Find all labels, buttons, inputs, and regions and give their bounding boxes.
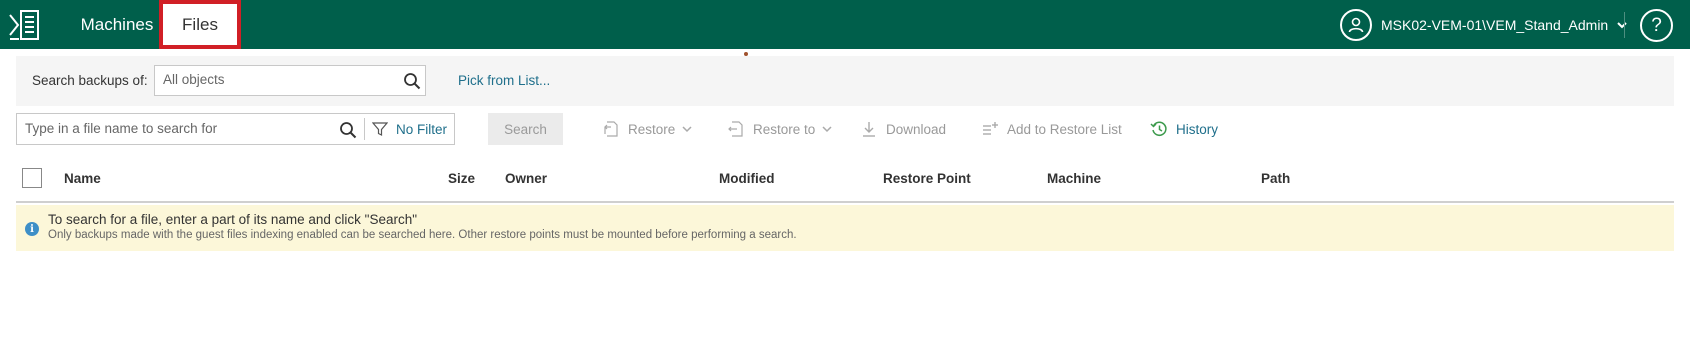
- info-banner: i To search for a file, enter a part of …: [16, 205, 1674, 251]
- column-header-restore-point[interactable]: Restore Point: [883, 171, 971, 186]
- restore-to-icon: [728, 121, 743, 137]
- search-icon[interactable]: [339, 121, 357, 139]
- search-backups-panel: Search backups of: Pick from List...: [16, 56, 1674, 106]
- download-button[interactable]: Download: [860, 113, 946, 145]
- download-icon: [863, 122, 875, 137]
- column-header-name[interactable]: Name: [64, 171, 101, 186]
- chevron-down-icon: [1617, 22, 1627, 29]
- info-subtitle: Only backups made with the guest files i…: [48, 229, 797, 241]
- restore-to-button[interactable]: Restore to: [727, 113, 832, 145]
- info-icon: i: [25, 222, 39, 236]
- user-menu[interactable]: MSK02-VEM-01\VEM_Stand_Admin: [1340, 8, 1628, 42]
- file-search-field[interactable]: No Filter: [16, 113, 455, 145]
- search-button[interactable]: Search: [488, 113, 563, 145]
- history-icon: [1150, 121, 1167, 136]
- pick-from-list-link[interactable]: Pick from List...: [458, 73, 550, 88]
- search-backups-field[interactable]: [154, 65, 426, 96]
- filter-button[interactable]: No Filter: [372, 114, 447, 144]
- restore-button[interactable]: Restore: [602, 113, 692, 145]
- history-button[interactable]: History: [1150, 113, 1218, 145]
- add-to-list-icon: [983, 122, 998, 135]
- restore-to-label: Restore to: [753, 121, 816, 137]
- column-header-machine[interactable]: Machine: [1047, 171, 1101, 186]
- tab-files[interactable]: Files: [159, 0, 241, 49]
- column-header-path[interactable]: Path: [1261, 171, 1290, 186]
- table-header: Name Size Owner Modified Restore Point M…: [16, 157, 1674, 203]
- column-header-modified[interactable]: Modified: [719, 171, 775, 186]
- history-label: History: [1176, 121, 1219, 137]
- restore-label: Restore: [628, 121, 676, 137]
- search-icon[interactable]: [403, 72, 421, 90]
- search-backups-label: Search backups of:: [32, 73, 148, 88]
- user-avatar-icon: [1340, 9, 1372, 41]
- chevron-down-icon: [822, 126, 832, 133]
- add-to-restore-list-button[interactable]: Add to Restore List: [981, 113, 1122, 145]
- download-label: Download: [886, 121, 947, 137]
- column-header-size[interactable]: Size: [448, 171, 475, 186]
- chevron-down-icon: [682, 126, 692, 133]
- search-backups-input[interactable]: [163, 72, 393, 87]
- column-header-owner[interactable]: Owner: [505, 171, 547, 186]
- divider: [1624, 12, 1625, 38]
- filter-label: No Filter: [396, 121, 448, 137]
- select-all-checkbox[interactable]: [22, 168, 42, 188]
- restore-icon: [604, 121, 618, 137]
- user-name: MSK02-VEM-01\VEM_Stand_Admin: [1381, 17, 1609, 33]
- divider: [364, 118, 365, 140]
- add-to-restore-list-label: Add to Restore List: [1007, 121, 1122, 137]
- info-title: To search for a file, enter a part of it…: [48, 212, 418, 227]
- file-search-input[interactable]: [25, 121, 325, 136]
- top-navigation-bar: Machines Files MSK02-VEM-01\VEM_Stand_Ad…: [0, 0, 1690, 49]
- filter-icon: [372, 122, 388, 136]
- veeam-logo-icon[interactable]: [8, 9, 40, 41]
- help-button[interactable]: ?: [1640, 9, 1673, 42]
